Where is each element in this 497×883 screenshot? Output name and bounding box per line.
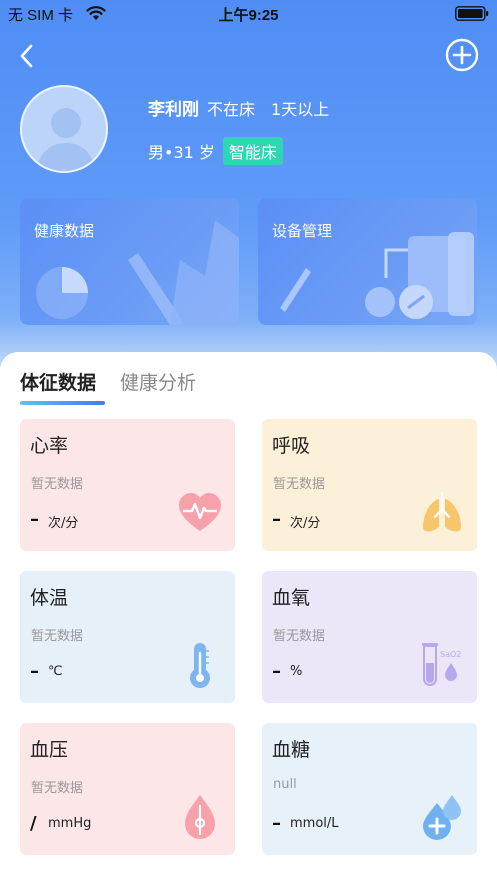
- metric-status: 暂无数据: [273, 477, 326, 492]
- metric-value: –: [272, 661, 281, 682]
- bed-type-badge: 智能床: [222, 137, 283, 165]
- metric-card-blood-pressure[interactable]: 血压 暂无数据 / mmHg: [20, 723, 235, 855]
- thermometer-icon: [190, 643, 210, 688]
- active-tab-indicator: [20, 401, 105, 405]
- device-management-card[interactable]: 设备管理: [258, 198, 477, 325]
- status-duration: 1天以上: [271, 100, 330, 119]
- metric-unit: ℃: [48, 664, 63, 679]
- lungs-icon: [423, 491, 461, 532]
- metric-unit: mmHg: [48, 816, 92, 831]
- metric-value: –: [30, 509, 39, 530]
- pie-chart-icon: [36, 220, 239, 325]
- blood-drop-icon: [185, 795, 215, 839]
- metric-status: 暂无数据: [31, 477, 84, 492]
- metric-title: 心率: [30, 435, 69, 457]
- info-row: 男•31 岁 智能床: [148, 137, 283, 165]
- metric-status: 暂无数据: [31, 629, 84, 644]
- avatar[interactable]: [20, 85, 108, 173]
- tab-vitals[interactable]: 体征数据: [20, 368, 96, 395]
- metric-title: 呼吸: [272, 435, 311, 457]
- bed-status: 不在床: [207, 100, 256, 119]
- add-icon[interactable]: [445, 38, 479, 72]
- metric-title: 血压: [30, 739, 69, 761]
- back-icon[interactable]: [16, 43, 38, 69]
- gender-age: 男•31 岁: [148, 143, 215, 162]
- health-data-card[interactable]: 健康数据: [20, 198, 239, 325]
- metric-status: null: [273, 777, 297, 792]
- user-name: 李利刚: [148, 100, 199, 120]
- metric-card-respiration[interactable]: 呼吸 暂无数据 – 次/分: [262, 419, 477, 551]
- metric-unit: 次/分: [48, 516, 79, 531]
- metric-value: –: [30, 661, 39, 682]
- metric-card-blood-oxygen[interactable]: 血氧 暂无数据 – % SaO2: [262, 571, 477, 703]
- metric-title: 血糖: [272, 739, 311, 761]
- metric-card-heart-rate[interactable]: 心率 暂无数据 – 次/分: [20, 419, 235, 551]
- name-row: 李利刚 不在床 1天以上: [148, 95, 329, 120]
- metric-value: –: [272, 509, 281, 530]
- glucose-drop-icon: [423, 795, 461, 840]
- status-bar: 无 SIM 卡 上午9:25: [0, 0, 497, 28]
- metric-title: 体温: [30, 587, 69, 609]
- metric-card-blood-glucose[interactable]: 血糖 null – mmol/L: [262, 723, 477, 855]
- metric-title: 血氧: [272, 587, 311, 609]
- user-silhouette-icon: [36, 108, 96, 171]
- medical-device-icon: [280, 232, 474, 319]
- metric-value: /: [30, 813, 37, 834]
- metric-value: –: [272, 813, 281, 834]
- metric-card-temperature[interactable]: 体温 暂无数据 – ℃: [20, 571, 235, 703]
- sao2-label: SaO2: [440, 650, 461, 659]
- metric-status: 暂无数据: [273, 629, 326, 644]
- metric-status: 暂无数据: [31, 781, 84, 796]
- tab-health-analysis[interactable]: 健康分析: [120, 368, 196, 395]
- heart-icon: [179, 493, 221, 531]
- metric-unit: %: [290, 664, 303, 679]
- battery-icon: [455, 6, 489, 21]
- metric-unit: mmol/L: [290, 816, 339, 831]
- device-management-label: 设备管理: [272, 222, 333, 240]
- metric-unit: 次/分: [290, 516, 321, 531]
- test-tube-icon: SaO2: [422, 643, 461, 686]
- health-data-label: 健康数据: [34, 222, 95, 240]
- status-time: 上午9:25: [218, 7, 279, 24]
